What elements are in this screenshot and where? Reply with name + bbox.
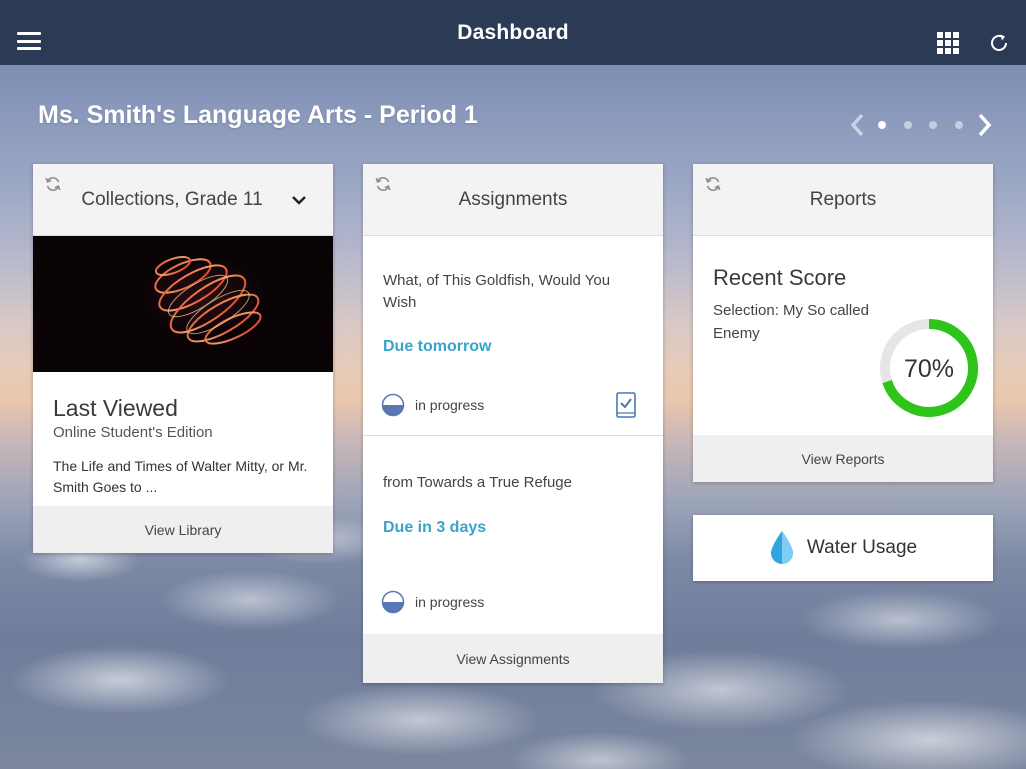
status-label: in progress xyxy=(415,594,485,610)
recent-score-selection: Selection: My So called Enemy xyxy=(713,302,869,342)
top-bar: Dashboard xyxy=(0,0,1026,65)
last-viewed-subtitle: Online Student's Edition xyxy=(53,424,213,441)
view-reports-button[interactable]: View Reports xyxy=(693,435,993,482)
status-label: in progress xyxy=(415,397,485,413)
view-assignments-button[interactable]: View Assignments xyxy=(363,634,663,683)
book-cover-image[interactable] xyxy=(33,236,333,372)
pager-dot-2[interactable] xyxy=(904,121,912,129)
pager-dot-1[interactable] xyxy=(878,121,886,129)
last-viewed-section[interactable]: Last Viewed Online Student's Edition The… xyxy=(53,395,313,498)
pager-dot-4[interactable] xyxy=(955,121,963,129)
carousel-pager xyxy=(848,112,998,138)
view-library-button[interactable]: View Library xyxy=(33,506,333,553)
light-swirl-image xyxy=(154,255,262,345)
refresh-icon[interactable] xyxy=(988,32,1010,54)
score-value: 70% xyxy=(904,355,954,383)
chevron-left-icon[interactable] xyxy=(848,112,868,138)
assignment-due[interactable]: Due tomorrow xyxy=(383,338,491,356)
assignment-status: in progress xyxy=(381,393,484,417)
last-viewed-description: The Life and Times of Walter Mitty, or M… xyxy=(53,458,308,495)
sync-icon[interactable] xyxy=(43,174,63,194)
assignment-item[interactable]: from Towards a True Refuge Due in 3 days… xyxy=(363,436,663,634)
score-ring-chart[interactable]: 70% xyxy=(877,316,981,420)
hamburger-menu-icon[interactable] xyxy=(17,32,41,50)
sync-icon[interactable] xyxy=(703,174,723,194)
assignment-due[interactable]: Due in 3 days xyxy=(383,519,486,537)
collections-card-header[interactable]: Collections, Grade 11 xyxy=(33,164,333,236)
water-usage-label: Water Usage xyxy=(806,537,918,558)
page-title: Dashboard xyxy=(457,20,569,44)
water-usage-button[interactable]: Water Usage xyxy=(693,515,993,581)
assignment-title: What, of This Goldfish, Would You Wish xyxy=(383,272,611,311)
assignment-title: from Towards a True Refuge xyxy=(383,474,572,491)
water-drop-icon xyxy=(770,531,793,564)
collections-card: Collections, Grade 11 Last Viewed Online… xyxy=(33,164,333,553)
assignment-item[interactable]: What, of This Goldfish, Would You Wish D… xyxy=(363,237,663,435)
chevron-right-icon[interactable] xyxy=(974,112,994,138)
tablet-check-icon[interactable] xyxy=(616,392,636,418)
recent-score-title: Recent Score xyxy=(713,265,847,290)
collections-heading: Collections, Grade 11 xyxy=(81,188,263,210)
half-progress-icon xyxy=(381,590,405,614)
class-title: Ms. Smith's Language Arts - Period 1 xyxy=(38,101,478,129)
half-progress-icon xyxy=(381,393,405,417)
assignment-status: in progress xyxy=(381,590,484,614)
pager-dot-3[interactable] xyxy=(929,121,937,129)
chevron-down-icon[interactable] xyxy=(291,194,307,206)
apps-grid-icon[interactable] xyxy=(937,32,959,54)
reports-card: Reports Recent Score Selection: My So ca… xyxy=(693,164,993,482)
reports-card-header: Reports xyxy=(693,164,993,236)
assignments-card: Assignments What, of This Goldfish, Woul… xyxy=(363,164,663,683)
last-viewed-title: Last Viewed xyxy=(53,395,178,421)
sync-icon[interactable] xyxy=(373,174,393,194)
assignments-heading: Assignments xyxy=(458,188,568,210)
reports-heading: Reports xyxy=(809,188,877,210)
assignments-card-header: Assignments xyxy=(363,164,663,236)
